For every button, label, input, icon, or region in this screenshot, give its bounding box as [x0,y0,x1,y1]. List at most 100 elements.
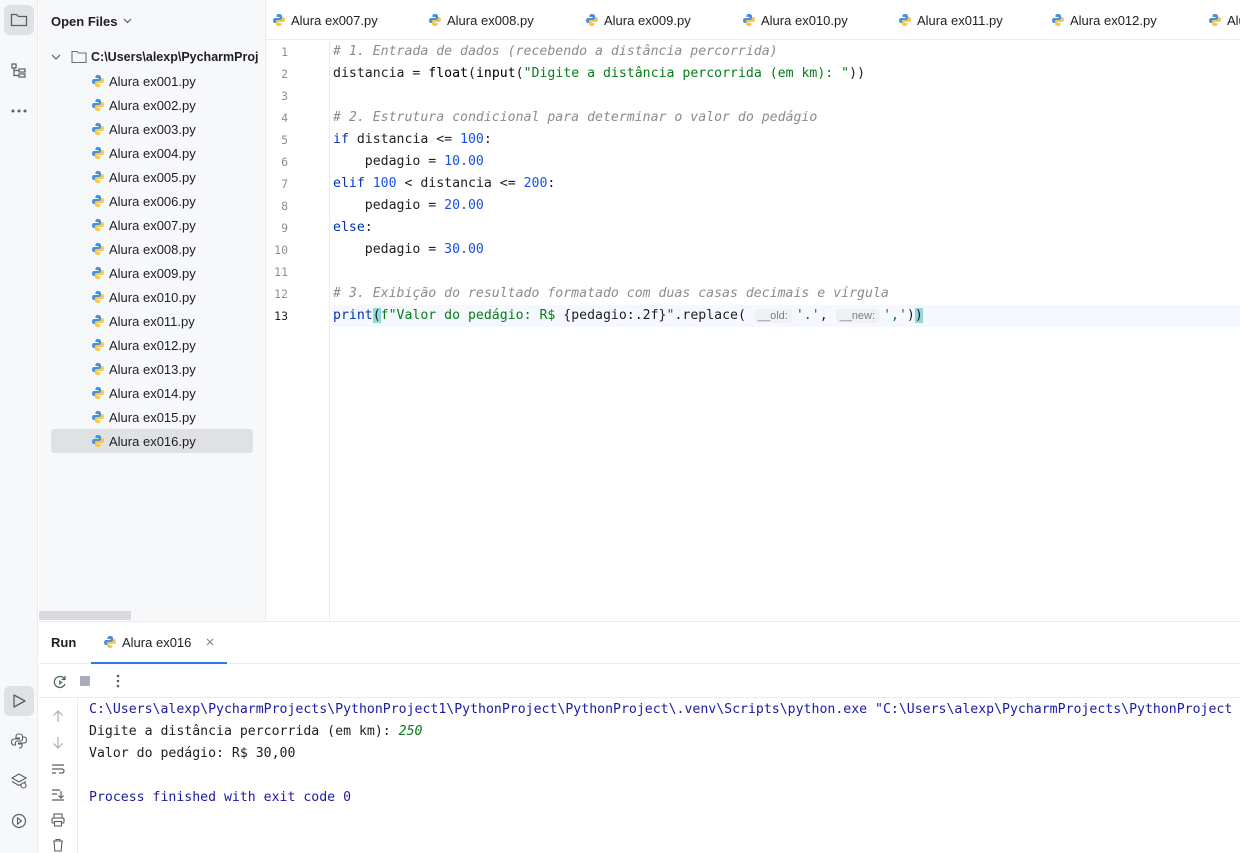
code-text: : [547,176,556,191]
tree-file-item[interactable]: Alura ex013.py [51,357,253,381]
tree-file-item[interactable]: Alura ex011.py [51,309,253,333]
console-prompt: Digite a distância percorrida (em km): [89,724,399,739]
editor-tab[interactable]: Alu [1208,0,1240,39]
print-button[interactable] [50,812,66,828]
comment: # 3. Exibição do resultado formatado com… [333,286,889,301]
code-editor[interactable]: 1 2 3 4 5 6 7 8 9 10 11 12 13 # 1. Entrada de dados … [266,41,1240,621]
printer-icon [51,813,65,827]
editor-tab[interactable]: Alura ex009.py [585,0,691,39]
code-line-9: else: [333,217,373,239]
number-literal: 200 [523,176,548,191]
tool-window-strip [0,0,38,853]
tree-file-label: Alura ex006.py [109,193,196,209]
project-view-label: Open Files [51,13,118,29]
tree-file-item[interactable]: Alura ex006.py [51,189,253,213]
number-literal: 30.00 [444,242,484,257]
chevron-down-icon [124,18,132,24]
tree-file-item[interactable]: Alura ex008.py [51,237,253,261]
editor-tab[interactable]: Alura ex011.py [898,0,1003,39]
scroll-down-button[interactable] [50,735,66,751]
code-line-10: pedagio = 30.00 [333,239,484,261]
project-view-selector[interactable]: Open Files [51,12,132,30]
clear-button[interactable] [50,837,66,853]
soft-wrap-button[interactable] [50,761,66,777]
folder-icon [71,50,87,64]
paren: ( [372,308,381,323]
project-tool-button[interactable] [4,5,34,35]
structure-tool-button[interactable] [4,56,34,86]
tree-file-item[interactable]: Alura ex015.py [51,405,253,429]
line-number: 5 [281,133,288,147]
tree-file-item[interactable]: Alura ex012.py [51,333,253,357]
python-file-icon [92,411,104,423]
tree-file-item[interactable]: Alura ex001.py [51,69,253,93]
tree-file-item[interactable]: Alura ex003.py [51,117,253,141]
code-line-13: print(f"Valor do pedágio: R$ {pedagio:.2… [333,305,923,327]
line-number: 13 [274,309,288,323]
python-file-icon [92,123,104,135]
services-button[interactable] [4,766,34,796]
scroll-to-end-button[interactable] [50,787,66,803]
tree-file-label: Alura ex004.py [109,145,196,161]
python-file-icon [429,14,441,26]
run-toolbar [39,664,1240,698]
line-number: 9 [281,221,288,235]
paren: ) [906,308,915,323]
string-literal: f"Valor do pedágio: R$ [380,308,564,323]
code-line-12: # 3. Exibição do resultado formatado com… [333,283,889,305]
horizontal-scrollbar[interactable] [39,611,131,620]
code-text: : [483,132,492,147]
run-tab-bar: Run Alura ex016 [39,622,1240,664]
run-side-toolbar [39,698,78,853]
python-file-icon [899,14,911,26]
keyword: elif [333,176,365,191]
keyword: if [333,132,349,147]
scroll-up-button[interactable] [50,708,66,724]
editor-tab[interactable]: Alura ex007.py [272,0,378,39]
editor-tab[interactable]: Alura ex008.py [428,0,534,39]
editor-tab-label: Alura ex011.py [917,12,1003,28]
tree-file-item[interactable]: Alura ex009.py [51,261,253,285]
tree-file-item[interactable]: Alura ex010.py [51,285,253,309]
builtin-call: float [428,66,468,81]
string-literal: '.' [795,308,820,323]
tree-file-item[interactable]: Alura ex014.py [51,381,253,405]
tree-file-item[interactable]: Alura ex007.py [51,213,253,237]
python-file-icon [92,99,104,111]
tree-file-item[interactable]: Alura ex002.py [51,93,253,117]
python-file-icon [104,636,116,648]
tree-file-item[interactable]: Alura ex005.py [51,165,253,189]
more-vertical-icon[interactable] [116,674,120,688]
editor-tab[interactable]: Alura ex012.py [1051,0,1157,39]
python-file-icon [1052,14,1064,26]
editor-tab-label: Alu [1227,12,1240,28]
debug-tool-button[interactable] [4,806,34,836]
number-literal: 100 [460,132,484,147]
stop-icon[interactable] [79,675,91,687]
tree-root-folder[interactable]: C:\Users\alexp\PycharmProj [51,46,258,68]
line-number: 10 [274,243,288,257]
rerun-icon[interactable] [52,674,68,690]
console-prompt-line: Digite a distância percorrida (em km): 2… [89,721,422,743]
trash-icon [53,838,63,852]
arrow-down-icon [53,737,63,749]
more-tools-button[interactable] [4,96,34,126]
code-text: pedagio = [333,154,445,169]
python-packages-button[interactable] [4,726,34,756]
chevron-down-icon[interactable] [51,54,61,61]
editor-tabs: Alura ex007.py Alura ex008.py Alura ex009.… [266,0,1240,40]
tree-file-label: Alura ex011.py [109,313,195,329]
tree-file-item[interactable]: Alura ex004.py [51,141,253,165]
method-call: .replace( [674,308,746,323]
line-number: 6 [281,155,288,169]
python-file-icon [92,171,104,183]
line-number: 1 [281,45,288,59]
python-file-icon [92,387,104,399]
run-tab[interactable]: Alura ex016 [91,622,227,664]
builtin-call: print [333,308,373,323]
run-tool-button[interactable] [4,686,34,716]
tree-file-item[interactable]: Alura ex016.py [51,429,253,453]
editor-tab[interactable]: Alura ex010.py [742,0,848,39]
close-icon[interactable] [206,638,214,646]
number-literal: 10.00 [444,154,484,169]
